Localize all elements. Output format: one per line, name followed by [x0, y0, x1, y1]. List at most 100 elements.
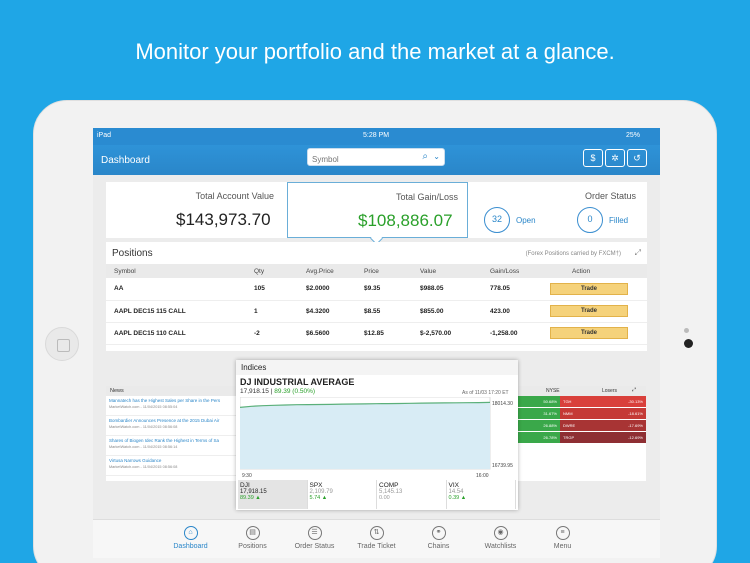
cell-gain-loss: -1,258.00 — [482, 322, 542, 345]
news-headline[interactable]: Virtusa Narrows Guidance — [109, 458, 238, 463]
tab-chains[interactable]: ⚭ Chains — [408, 520, 470, 558]
loser-symbol: TGH — [563, 399, 572, 404]
x-tick-end: 16:00 — [476, 473, 489, 479]
table-row[interactable]: AAPL DEC15 115 CALL 1 $4.3200 $8.55 $855… — [106, 300, 647, 323]
open-orders-count[interactable]: 32 — [484, 207, 510, 233]
gainer-pct: 31.67% — [516, 408, 560, 419]
news-panel: News Mannatech has the Highest Sales per… — [106, 386, 241, 481]
symbol-search[interactable]: ⌕ ⌄ — [307, 148, 445, 168]
refresh-icon[interactable]: ↺ — [627, 149, 647, 167]
cell-value: $988.05 — [412, 278, 482, 301]
list-item[interactable]: 26.88% DWRE -17.69% — [516, 420, 646, 432]
symbol-input[interactable] — [308, 151, 408, 168]
dollar-icon[interactable]: $ — [583, 149, 603, 167]
index-tab-change: 0.39 ▲ — [448, 495, 467, 501]
battery-level: 25% — [626, 132, 641, 139]
index-tab-spx[interactable]: SPX 2,109.79 5.74 ▲ — [308, 480, 377, 509]
loser-pct: -12.69% — [628, 435, 643, 440]
list-item[interactable]: 26.78% TRGP -12.69% — [516, 432, 646, 444]
index-tab-vix[interactable]: VIX 14.54 0.39 ▲ — [447, 480, 516, 509]
clock: 5:28 PM — [363, 132, 390, 139]
news-headline[interactable]: Mannatech has the Highest Sales per Shar… — [109, 398, 238, 403]
col-qty: Qty — [246, 264, 298, 278]
tab-order-status[interactable]: ☰ Order Status — [284, 520, 346, 558]
account-value: $143,973.70 — [176, 210, 271, 229]
search-icon[interactable]: ⌕ — [422, 151, 428, 162]
index-value: 17,918.15 — [240, 388, 269, 395]
index-tabs: DJI 17,918.15 89.39 ▲ SPX 2,109.79 5.74 ▲ CO… — [238, 480, 516, 509]
news-item[interactable]: Bombardier Announces Presence at the 201… — [106, 416, 241, 436]
tab-label: Trade Ticket — [357, 543, 396, 550]
cell-avg-price: $6.5600 — [298, 322, 356, 345]
tab-menu[interactable]: ≡ Menu — [532, 520, 594, 558]
col-avg-price: Avg.Price — [298, 264, 356, 278]
forex-note: (Forex Positions carried by FXCM†) — [525, 251, 621, 257]
gain-loss-label: Total Gain/Loss — [395, 192, 458, 202]
trade-button[interactable]: Trade — [550, 327, 628, 339]
expand-icon[interactable]: ⤢ — [632, 385, 636, 395]
index-tab-name: COMP — [379, 482, 399, 489]
news-source: MarketWatch.com - 11/04/2015 08:56:08 — [109, 425, 178, 429]
cell-price: $9.35 — [356, 278, 412, 301]
list-item[interactable]: 50.68% TGH -30.13% — [516, 396, 646, 408]
cell-gain-loss: 778.05 — [482, 278, 542, 301]
filled-orders-count[interactable]: 0 — [577, 207, 603, 233]
news-item[interactable]: Shares of Biogen Idec Rank the Highest i… — [106, 436, 241, 456]
exchange-label[interactable]: NYSE — [546, 386, 560, 396]
index-tab-dji[interactable]: DJI 17,918.15 89.39 ▲ — [238, 480, 308, 509]
app-screen: iPad 5:28 PM 25% Dashboard ⌕ ⌄ $ ✲ ↺ Tot… — [93, 128, 660, 558]
table-row[interactable]: AAPL DEC15 110 CALL -2 $6.5600 $12.85 $-… — [106, 322, 647, 345]
open-orders-label: Open — [516, 216, 536, 225]
index-tab-change: 0.00 — [379, 495, 390, 501]
tab-label: Menu — [553, 543, 572, 550]
tab-label: Positions — [238, 543, 267, 550]
account-summary: Total Account Value $143,973.70 Total Ga… — [106, 182, 647, 238]
cell-price: $8.55 — [356, 300, 412, 323]
y-tick-high: 18014.30 — [492, 401, 513, 407]
news-item[interactable]: Virtusa Narrows Guidance MarketWatch.com … — [106, 456, 241, 476]
news-item[interactable]: Mannatech has the Highest Sales per Shar… — [106, 396, 241, 416]
index-quote: 17,918.15 | 89.39 (0.50%) — [240, 388, 316, 395]
gain-loss-card[interactable]: Total Gain/Loss $108,886.07 — [287, 182, 468, 238]
news-headline[interactable]: Bombardier Announces Presence at the 201… — [109, 418, 238, 423]
col-price: Price — [356, 264, 412, 278]
tab-label: Dashboard — [173, 543, 208, 550]
loser-symbol: TRGP — [563, 435, 575, 440]
tab-watchlists[interactable]: ◉ Watchlists — [470, 520, 532, 558]
cell-gain-loss: 423.00 — [482, 300, 542, 323]
tab-positions[interactable]: ▤ Positions — [222, 520, 284, 558]
tab-trade-ticket[interactable]: ⇅ Trade Ticket — [346, 520, 408, 558]
tab-label: Chains — [427, 543, 450, 550]
cell-price: $12.85 — [356, 322, 412, 345]
menu-icon: ≡ — [555, 526, 570, 540]
nav-actions: $ ✲ ↺ — [583, 149, 647, 167]
cell-symbol: AA — [106, 278, 246, 301]
nav-bar: Dashboard ⌕ ⌄ $ ✲ ↺ — [93, 145, 660, 175]
indices-title: Indices — [236, 360, 518, 375]
trade-ticket-icon: ⇅ — [369, 526, 384, 540]
trade-button[interactable]: Trade — [550, 305, 628, 317]
gainer-pct: 26.88% — [516, 420, 560, 431]
chevron-down-icon[interactable]: ⌄ — [433, 152, 440, 161]
chains-icon: ⚭ — [431, 526, 446, 540]
col-action: Action — [542, 264, 647, 278]
list-item[interactable]: 31.67% NMM -18.61% — [516, 408, 646, 420]
gain-loss-value: $108,886.07 — [358, 211, 453, 230]
cell-qty: 105 — [246, 278, 298, 301]
gear-icon[interactable]: ✲ — [605, 149, 625, 167]
cell-avg-price: $4.3200 — [298, 300, 356, 323]
page-title: Dashboard — [101, 155, 150, 166]
cell-symbol: AAPL DEC15 110 CALL — [106, 322, 246, 345]
tab-dashboard[interactable]: ⌂ Dashboard — [160, 520, 222, 558]
news-source: MarketWatch.com - 11/04/2015 08:56:08 — [109, 465, 178, 469]
trade-button[interactable]: Trade — [550, 282, 628, 295]
index-tab-comp[interactable]: COMP 5,145.13 0.00 — [377, 480, 447, 509]
camera-icon — [684, 339, 693, 348]
expand-icon[interactable]: ⤢ — [635, 248, 641, 258]
home-button-icon — [45, 327, 79, 361]
news-headline[interactable]: Shares of Biogen Idec Rank the Highest i… — [109, 438, 238, 443]
filled-orders-label: Filled — [609, 216, 629, 225]
index-tab-name: DJI — [240, 482, 250, 489]
table-row[interactable]: AA 105 $2.0000 $9.35 $988.05 778.05 Trad… — [106, 278, 647, 301]
col-symbol: Symbol — [106, 264, 246, 278]
